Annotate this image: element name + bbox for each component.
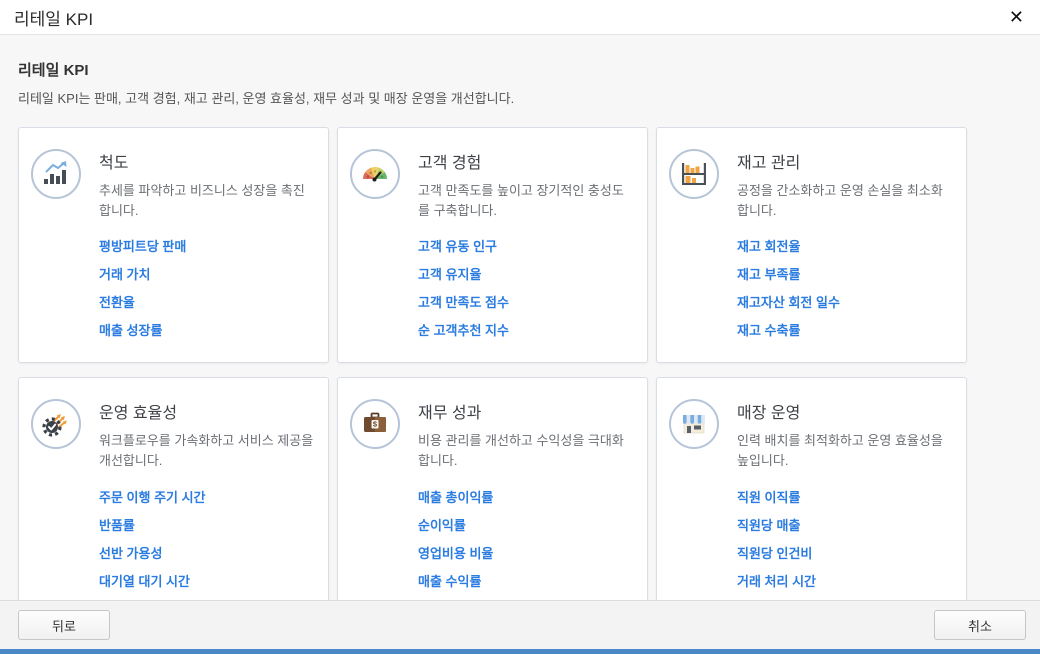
kpi-link-csat-score[interactable]: 고객 만족도 점수 (418, 292, 633, 311)
card-link-list: 재고 회전율 재고 부족률 재고자산 회전 일수 재고 수축률 (737, 236, 952, 339)
card-description: 추세를 파악하고 비즈니스 성장을 촉진합니다. (99, 181, 314, 221)
briefcase-dollar-icon: $ (350, 399, 400, 449)
cancel-button[interactable]: 취소 (934, 610, 1026, 640)
card-description: 고객 만족도를 높이고 장기적인 충성도를 구축합니다. (418, 181, 633, 221)
gear-arrows-icon (31, 399, 81, 449)
kpi-link-sales-growth[interactable]: 매출 성장률 (99, 320, 314, 339)
kpi-link-shelf-availability[interactable]: 선반 가용성 (99, 543, 314, 562)
card-description: 워크플로우를 가속화하고 서비스 제공을 개선합니다. (99, 431, 314, 471)
card-description: 인력 배치를 최적화하고 운영 효율성을 높입니다. (737, 431, 952, 471)
card-link-list: 평방피트당 판매 거래 가치 전환율 매출 성장률 (99, 236, 314, 339)
kpi-link-opex-ratio[interactable]: 영업비용 비율 (418, 543, 633, 562)
bar-chart-trend-icon (31, 149, 81, 199)
card-title: 재고 관리 (737, 149, 952, 173)
kpi-link-gross-margin[interactable]: 매출 총이익률 (418, 487, 633, 506)
kpi-link-labor-cost-per-employee[interactable]: 직원당 인건비 (737, 543, 952, 562)
card-title: 고객 경험 (418, 149, 633, 173)
satisfaction-gauge-icon (350, 149, 400, 199)
card-link-list: 매출 총이익률 순이익률 영업비용 비율 매출 수익률 (418, 487, 633, 590)
kpi-link-employee-turnover[interactable]: 직원 이직률 (737, 487, 952, 506)
dialog-content: 리테일 KPI 리테일 KPI는 판매, 고객 경험, 재고 관리, 운영 효율… (0, 35, 1040, 614)
card-description: 비용 관리를 개선하고 수익성을 극대화합니다. (418, 431, 633, 471)
card-link-list: 고객 유동 인구 고객 유지율 고객 만족도 점수 순 고객추천 지수 (418, 236, 633, 339)
kpi-link-sales-per-sqft[interactable]: 평방피트당 판매 (99, 236, 314, 255)
window-bottom-edge (0, 649, 1040, 654)
card-title: 매장 운영 (737, 399, 952, 423)
kpi-link-conversion-rate[interactable]: 전환율 (99, 292, 314, 311)
kpi-link-net-profit-margin[interactable]: 순이익률 (418, 515, 633, 534)
kpi-link-customer-retention[interactable]: 고객 유지율 (418, 264, 633, 283)
card-description: 공정을 간소화하고 운영 손실을 최소화합니다. (737, 181, 952, 221)
page-description: 리테일 KPI는 판매, 고객 경험, 재고 관리, 운영 효율성, 재무 성과… (18, 88, 1022, 107)
kpi-card-grid: 척도 추세를 파악하고 비즈니스 성장을 촉진합니다. 평방피트당 판매 거래 … (18, 127, 1022, 614)
kpi-link-queue-wait-time[interactable]: 대기열 대기 시간 (99, 571, 314, 590)
kpi-card-store-operations: 매장 운영 인력 배치를 최적화하고 운영 효율성을 높입니다. 직원 이직률 … (656, 377, 967, 613)
kpi-link-order-cycle-time[interactable]: 주문 이행 주기 시간 (99, 487, 314, 506)
close-icon[interactable]: ✕ (1009, 8, 1024, 26)
dialog-header: 리테일 KPI ✕ (0, 0, 1040, 35)
kpi-link-return-on-sales[interactable]: 매출 수익률 (418, 571, 633, 590)
kpi-card-financial-performance: $ 재무 성과 비용 관리를 개선하고 수익성을 극대화합니다. 매출 총이익률… (337, 377, 648, 613)
kpi-link-stockout-rate[interactable]: 재고 부족률 (737, 264, 952, 283)
storefront-icon (669, 399, 719, 449)
kpi-link-days-inventory[interactable]: 재고자산 회전 일수 (737, 292, 952, 311)
kpi-link-transaction-value[interactable]: 거래 가치 (99, 264, 314, 283)
kpi-card-operational-efficiency: 운영 효율성 워크플로우를 가속화하고 서비스 제공을 개선합니다. 주문 이행… (18, 377, 329, 613)
kpi-card-inventory-management: 재고 관리 공정을 간소화하고 운영 손실을 최소화합니다. 재고 회전율 재고… (656, 127, 967, 363)
card-link-list: 직원 이직률 직원당 매출 직원당 인건비 거래 처리 시간 (737, 487, 952, 590)
kpi-card-customer-experience: 고객 경험 고객 만족도를 높이고 장기적인 충성도를 구축합니다. 고객 유동… (337, 127, 648, 363)
kpi-link-return-rate[interactable]: 반품률 (99, 515, 314, 534)
kpi-link-nps[interactable]: 순 고객추천 지수 (418, 320, 633, 339)
kpi-link-sales-per-employee[interactable]: 직원당 매출 (737, 515, 952, 534)
kpi-link-inventory-turnover[interactable]: 재고 회전율 (737, 236, 952, 255)
card-title: 재무 성과 (418, 399, 633, 423)
card-title: 척도 (99, 149, 314, 173)
kpi-link-shrinkage-rate[interactable]: 재고 수축률 (737, 320, 952, 339)
card-title: 운영 효율성 (99, 399, 314, 423)
back-button[interactable]: 뒤로 (18, 610, 110, 640)
kpi-link-transaction-processing-time[interactable]: 거래 처리 시간 (737, 571, 952, 590)
card-link-list: 주문 이행 주기 시간 반품률 선반 가용성 대기열 대기 시간 (99, 487, 314, 590)
dialog-footer: 뒤로 취소 (0, 600, 1040, 649)
kpi-link-foot-traffic[interactable]: 고객 유동 인구 (418, 236, 633, 255)
kpi-card-metrics: 척도 추세를 파악하고 비즈니스 성장을 촉진합니다. 평방피트당 판매 거래 … (18, 127, 329, 363)
page-title: 리테일 KPI (18, 59, 1022, 80)
inventory-shelf-icon (669, 149, 719, 199)
dialog-title: 리테일 KPI (14, 5, 93, 30)
